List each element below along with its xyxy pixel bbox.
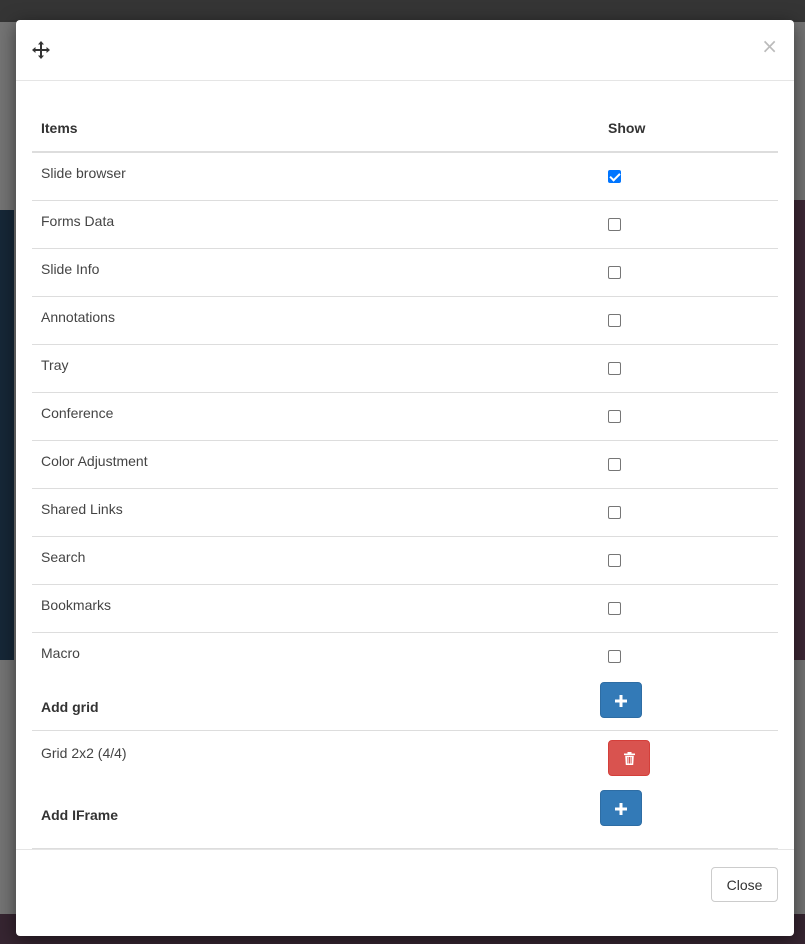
items-table-body: Slide browser Forms Data Slide Info Annotat…: [32, 152, 778, 849]
item-show-cell: [600, 199, 778, 248]
item-show-cell: [600, 152, 778, 200]
show-checkbox[interactable]: [608, 313, 621, 327]
item-show-cell: [600, 439, 778, 488]
add-grid-row: Add grid: [32, 680, 778, 730]
add-grid-label: Add grid: [41, 699, 99, 715]
grid-action-cell: [600, 729, 778, 788]
show-column-header: Show: [600, 96, 778, 153]
item-show-cell: [600, 391, 778, 440]
item-label: Slide browser: [41, 165, 126, 181]
modal-footer: Close: [16, 849, 794, 936]
table-row: Bookmarks: [32, 583, 778, 632]
table-row: Forms Data: [32, 199, 778, 248]
item-show-cell: [600, 295, 778, 344]
show-checkbox[interactable]: [608, 217, 621, 231]
table-row: Slide Info: [32, 247, 778, 296]
add-iframe-button[interactable]: [600, 790, 642, 826]
show-checkbox[interactable]: [608, 409, 621, 423]
add-grid-cell: [600, 680, 778, 730]
item-show-cell: [600, 583, 778, 632]
show-checkbox[interactable]: [608, 265, 621, 279]
show-checkbox[interactable]: [608, 649, 621, 663]
close-icon[interactable]: ×: [761, 36, 778, 56]
table-row: Shared Links: [32, 487, 778, 536]
add-grid-button[interactable]: [600, 682, 642, 718]
table-row: Macro: [32, 631, 778, 680]
item-label: Forms Data: [32, 199, 600, 248]
plus-icon: [615, 803, 627, 816]
settings-modal: × Items Show Slide browser Forms Data Slid…: [16, 20, 794, 936]
table-row: Slide browser: [32, 152, 778, 200]
item-label: Color Adjustment: [32, 439, 600, 488]
modal-header: ×: [16, 20, 794, 81]
item-show-cell: [600, 343, 778, 392]
table-header-row: Items Show: [32, 96, 778, 153]
item-show-cell: [600, 535, 778, 584]
item-label: Macro: [32, 631, 600, 680]
trash-icon: [623, 752, 635, 766]
add-iframe-label: Add IFrame: [32, 788, 600, 849]
item-label: Shared Links: [32, 487, 600, 536]
delete-grid-button[interactable]: [608, 739, 650, 776]
plus-icon: [615, 695, 627, 708]
move-icon[interactable]: [32, 41, 50, 59]
item-label: Bookmarks: [32, 583, 600, 632]
grid-label: Grid 2x2 (4/4): [32, 729, 600, 788]
add-iframe-cell: [600, 788, 778, 849]
show-checkbox[interactable]: [608, 601, 621, 615]
table-row: Color Adjustment: [32, 439, 778, 488]
show-checkbox[interactable]: [608, 170, 621, 183]
table-row: Annotations: [32, 295, 778, 344]
item-show-cell: [600, 487, 778, 536]
modal-body: Items Show Slide browser Forms Data Slide …: [16, 81, 794, 864]
items-table: Items Show Slide browser Forms Data Slide …: [32, 96, 778, 849]
item-show-cell: [600, 247, 778, 296]
grid-row: Grid 2x2 (4/4): [32, 729, 778, 788]
item-label: Slide Info: [32, 247, 600, 296]
item-label: Tray: [32, 343, 600, 392]
item-label: Search: [32, 535, 600, 584]
items-column-header: Items: [32, 96, 600, 153]
show-checkbox[interactable]: [608, 457, 621, 471]
table-row: Conference: [32, 391, 778, 440]
item-label: Annotations: [32, 295, 600, 344]
show-checkbox[interactable]: [608, 361, 621, 375]
table-row: Tray: [32, 343, 778, 392]
item-label: Conference: [32, 391, 600, 440]
table-row: Search: [32, 535, 778, 584]
item-show-cell: [600, 631, 778, 680]
show-checkbox[interactable]: [608, 505, 621, 519]
add-iframe-row: Add IFrame: [32, 788, 778, 849]
close-button[interactable]: Close: [711, 867, 778, 902]
show-checkbox[interactable]: [608, 553, 621, 567]
